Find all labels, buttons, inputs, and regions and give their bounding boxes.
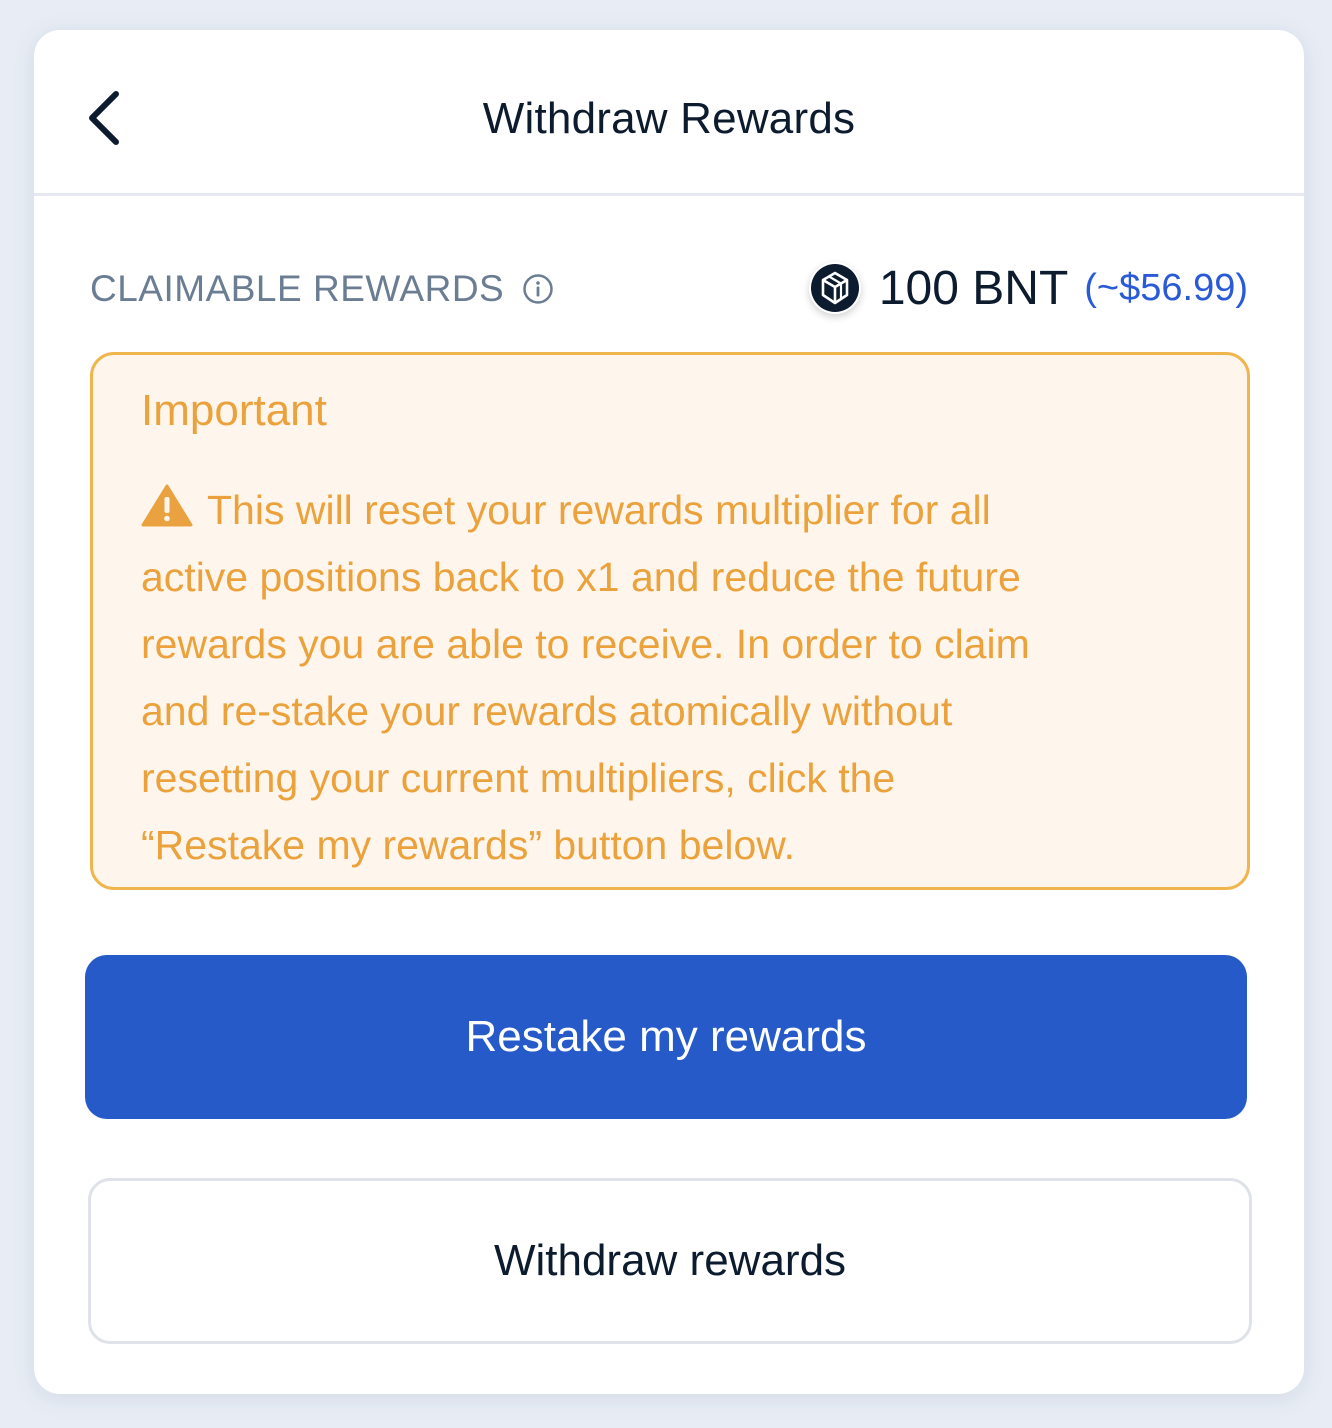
usd-value: (~$56.99) [1084,266,1248,309]
withdraw-rewards-modal: Withdraw Rewards CLAIMABLE REWARDS 100 B… [34,30,1304,1394]
warning-line-text: This will reset your rewards multiplier … [207,487,991,533]
info-icon[interactable] [522,273,554,305]
warning-line: active positions back to x1 and reduce t… [141,554,1021,600]
warning-line: and re-stake your rewards atomically wit… [141,688,953,734]
warning-line: resetting your current multipliers, clic… [141,755,896,801]
modal-header: Withdraw Rewards [34,30,1304,196]
warning-line: “Restake my rewards” button below. [141,822,795,868]
warning-line: rewards you are able to receive. In orde… [141,621,1030,667]
bnt-token-icon [810,264,859,312]
withdraw-rewards-button[interactable]: Withdraw rewards [88,1178,1252,1344]
bnt-amount: 100 BNT [878,261,1069,315]
claimable-rewards-label-group: CLAIMABLE REWARDS [90,268,554,310]
claimable-rewards-value: 100 BNT (~$56.99) [809,260,1248,316]
warning-line: This will reset your rewards multiplier … [141,477,1199,544]
important-warning-box: Important This will reset your rewards m… [90,352,1250,890]
warning-title: Important [141,386,327,435]
restake-rewards-button[interactable]: Restake my rewards [85,955,1247,1119]
page-title: Withdraw Rewards [482,94,856,143]
claimable-rewards-label: CLAIMABLE REWARDS [90,268,505,309]
warning-triangle-icon [141,484,193,527]
warning-message: This will reset your rewards multiplier … [141,477,1199,879]
claimable-rewards-row: CLAIMABLE REWARDS 100 BNT (~$56.99) [90,260,1248,316]
